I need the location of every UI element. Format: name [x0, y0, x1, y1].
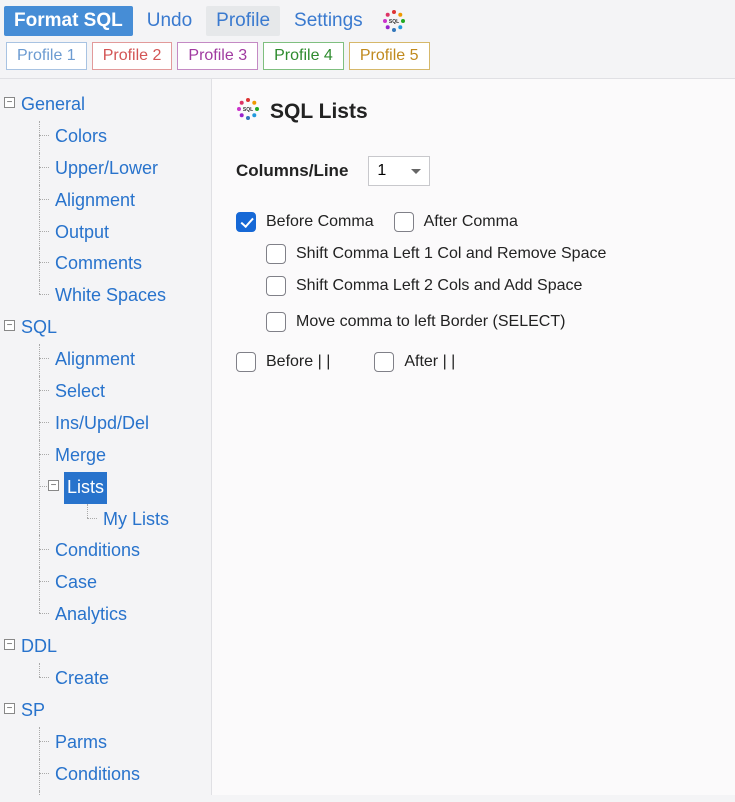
shift-1-checkbox[interactable] [266, 244, 286, 264]
tree-item-comments[interactable]: Comments [52, 248, 145, 280]
profile-button[interactable]: Profile [206, 6, 280, 36]
tree-item-case[interactable]: Case [52, 567, 100, 599]
shift-2-row: Shift Comma Left 2 Cols and Add Space [236, 276, 711, 296]
tree-item-colors[interactable]: Colors [52, 121, 110, 153]
comma-side-row: Before Comma After Comma [236, 212, 711, 232]
tree-item-lists[interactable]: Lists [64, 472, 107, 504]
tree-item-output[interactable]: Output [52, 217, 112, 249]
collapse-icon[interactable]: − [4, 639, 15, 650]
move-border-row: Move comma to left Border (SELECT) [236, 312, 711, 332]
before-comma-checkbox[interactable] [236, 212, 256, 232]
tree-item-upper-lower[interactable]: Upper/Lower [52, 153, 161, 185]
tree-label-general[interactable]: General [18, 89, 88, 121]
shift-1-row: Shift Comma Left 1 Col and Remove Space [236, 244, 711, 264]
collapse-icon[interactable]: − [4, 97, 15, 108]
after-pipe-label: After | | [404, 353, 455, 371]
tree-label-ddl[interactable]: DDL [18, 631, 60, 663]
settings-button[interactable]: Settings [284, 6, 373, 36]
move-border-label: Move comma to left Border (SELECT) [296, 313, 565, 331]
tree-label-sp[interactable]: SP [18, 695, 48, 727]
sql-logo-icon: SQL [236, 97, 260, 126]
after-comma-checkbox[interactable] [394, 212, 414, 232]
tree-group-sql: − SQL Alignment Select Ins/Upd/Del Merge… [4, 312, 207, 631]
tree-item-my-lists[interactable]: My Lists [100, 504, 172, 536]
undo-button[interactable]: Undo [137, 6, 202, 36]
shift-2-label: Shift Comma Left 2 Cols and Add Space [296, 277, 582, 295]
move-border-checkbox[interactable] [266, 312, 286, 332]
tree-item-create[interactable]: Create [52, 663, 112, 695]
tree-item-alignment[interactable]: Alignment [52, 185, 138, 217]
profile-tab-3[interactable]: Profile 3 [177, 42, 258, 70]
columns-per-line-label: Columns/Line [236, 161, 348, 181]
tree-item-variables[interactable]: Variables [52, 791, 132, 795]
tree-group-general: − General Colors Upper/Lower Alignment O… [4, 89, 207, 312]
page-title-text: SQL Lists [270, 100, 368, 124]
shift-2-checkbox[interactable] [266, 276, 286, 296]
profile-tab-1[interactable]: Profile 1 [6, 42, 87, 70]
tree-group-sp: − SP Parms Conditions Variables [4, 695, 207, 795]
pipe-row: Before | | After | | [236, 344, 711, 372]
after-pipe-checkbox[interactable] [374, 352, 394, 372]
before-pipe-label: Before | | [266, 353, 330, 371]
profile-tab-2[interactable]: Profile 2 [92, 42, 173, 70]
toolbar: Format SQL Undo Profile Settings SQL [0, 0, 735, 38]
profile-tab-5[interactable]: Profile 5 [349, 42, 430, 70]
svg-text:SQL: SQL [243, 107, 253, 113]
tree-item-sql-alignment[interactable]: Alignment [52, 344, 138, 376]
tree-item-merge[interactable]: Merge [52, 440, 109, 472]
sidebar-tree: − General Colors Upper/Lower Alignment O… [0, 79, 212, 795]
tree-item-sp-conditions[interactable]: Conditions [52, 759, 143, 791]
before-comma-label: Before Comma [266, 213, 374, 231]
tree-item-white-spaces[interactable]: White Spaces [52, 280, 169, 312]
collapse-icon[interactable]: − [4, 703, 15, 714]
tree-label-sql[interactable]: SQL [18, 312, 60, 344]
after-comma-label: After Comma [424, 213, 518, 231]
format-sql-button[interactable]: Format SQL [4, 6, 133, 36]
columns-per-line-row: Columns/Line 1 [236, 156, 711, 186]
columns-per-line-select[interactable]: 1 [368, 156, 430, 186]
tree-item-analytics[interactable]: Analytics [52, 599, 130, 631]
content-panel: SQL SQL Lists Columns/Line 1 Before Comm… [212, 79, 735, 795]
collapse-icon[interactable]: − [48, 480, 59, 491]
tree-item-parms[interactable]: Parms [52, 727, 110, 759]
tree-item-ins-upd-del[interactable]: Ins/Upd/Del [52, 408, 152, 440]
tree-item-select[interactable]: Select [52, 376, 108, 408]
collapse-icon[interactable]: − [4, 320, 15, 331]
shift-1-label: Shift Comma Left 1 Col and Remove Space [296, 245, 606, 263]
tree-group-ddl: − DDL Create [4, 631, 207, 695]
tree-item-conditions[interactable]: Conditions [52, 535, 143, 567]
page-title: SQL SQL Lists [236, 97, 711, 126]
before-pipe-checkbox[interactable] [236, 352, 256, 372]
profile-tab-4[interactable]: Profile 4 [263, 42, 344, 70]
profile-tabs: Profile 1 Profile 2 Profile 3 Profile 4 … [0, 38, 735, 79]
sql-logo-icon: SQL [381, 8, 407, 34]
svg-text:SQL: SQL [389, 19, 399, 25]
